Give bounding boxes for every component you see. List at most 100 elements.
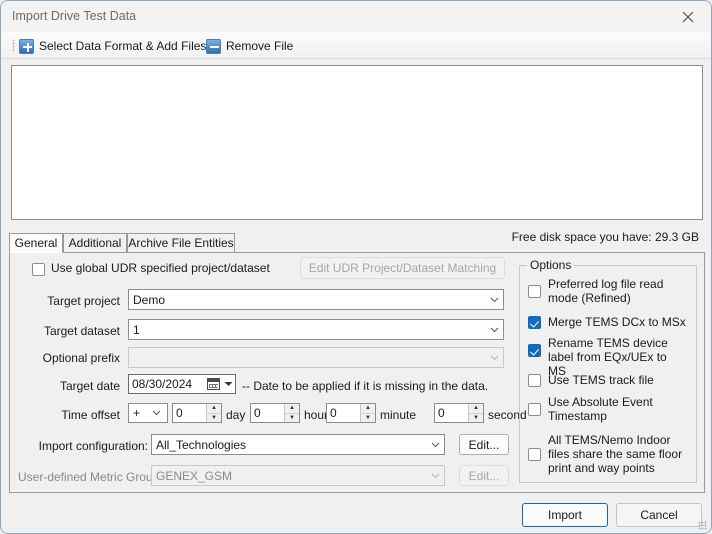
edit-user-defined-metric-group-button[interactable]: Edit... [459,465,509,486]
stepper-up-icon[interactable]: ▲ [469,404,483,414]
target-date-hint: -- Date to be applied if it is missing i… [242,379,489,393]
tab-general-label: General [14,236,58,250]
tab-general[interactable]: General [9,233,63,253]
checkbox-box [528,403,541,416]
stepper-up-icon[interactable]: ▲ [285,404,299,414]
cancel-button[interactable]: Cancel [616,503,702,527]
target-project-label: Target project [47,294,120,308]
stepper-down-icon[interactable]: ▼ [285,413,299,422]
option-preferred-log-file-read-mode[interactable]: Preferred log file read mode (Refined) [528,277,686,305]
edit-user-defined-metric-group-label: Edit... [468,468,500,483]
calendar-icon[interactable] [207,378,220,390]
option-label: Rename TEMS device label from EQx/UEx to… [548,336,668,378]
remove-file-label: Remove File [226,39,294,53]
stepper-arrows[interactable]: ▲ ▼ [468,404,483,422]
resize-grip[interactable] [698,521,707,530]
remove-file-button[interactable]: Remove File [206,37,293,55]
user-defined-metric-group-value: GENEX_GSM [156,468,233,483]
chevron-down-icon[interactable] [221,381,235,387]
target-date-value: 08/30/2024 [132,377,193,391]
user-defined-metric-group-combo[interactable]: GENEX_GSM [151,465,445,486]
tab-archive-file-entities[interactable]: Archive File Entities [127,233,235,253]
select-data-format-add-files-label: Select Data Format & Add Files... [39,39,217,53]
option-label: All TEMS/Nemo Indoor files share the sam… [548,433,683,475]
option-label: Merge TEMS DCx to MSx [548,315,686,329]
chevron-down-icon [426,435,444,454]
stepper-down-icon[interactable]: ▼ [469,413,483,422]
stepper-down-icon[interactable]: ▼ [361,413,375,422]
time-offset-label: Time offset [61,408,120,422]
option-label: Use Absolute Event Timestamp [548,395,653,423]
option-label: Preferred log file read mode (Refined) [548,277,664,305]
option-use-absolute-event-timestamp[interactable]: Use Absolute Event Timestamp [528,395,686,423]
time-offset-hour-stepper[interactable]: 0 ▲ ▼ [250,403,300,423]
chevron-down-icon [485,290,503,309]
stepper-arrows[interactable]: ▲ ▼ [360,404,375,422]
target-project-value: Demo [133,292,166,307]
chevron-down-icon [426,466,444,485]
option-use-tems-track-file[interactable]: Use TEMS track file [528,373,686,387]
option-merge-tems-dcx-to-msx[interactable]: Merge TEMS DCx to MSx [528,315,686,329]
toolbar-grip[interactable] [12,39,15,52]
chevron-down-icon [152,410,167,416]
chevron-down-icon [485,320,503,339]
window-title: Import Drive Test Data [12,9,137,23]
option-all-tems-nemo-indoor-shared-floorprint[interactable]: All TEMS/Nemo Indoor files share the sam… [528,433,686,475]
checkbox-box [528,448,541,461]
time-offset-minute-value: 0 [330,406,337,420]
target-date-input[interactable]: 08/30/2024 [128,374,236,394]
target-dataset-combo[interactable]: 1 [128,319,504,340]
time-offset-sign-combo[interactable]: + [128,403,168,423]
checkbox-box [32,263,45,276]
time-offset-minute-stepper[interactable]: 0 ▲ ▼ [326,403,376,423]
target-date-label: Target date [59,379,120,393]
options-groupbox-title: Options [527,258,575,272]
time-offset-hour-unit: hour [304,408,329,422]
checkbox-box [528,344,541,357]
general-tab-panel: Use global UDR specified project/dataset… [9,252,705,493]
import-dialog-window: Import Drive Test Data Select Data Forma… [0,0,712,534]
select-data-format-add-files-button[interactable]: Select Data Format & Add Files... [19,37,216,55]
remove-minus-icon [206,38,221,54]
edit-udr-matching-button[interactable]: Edit UDR Project/Dataset Matching [300,257,505,279]
time-offset-sign-value: + [133,406,141,420]
optional-prefix-label: Optional prefix [42,351,120,365]
edit-import-configuration-label: Edit... [468,437,500,452]
option-label: Use TEMS track file [548,373,654,387]
use-global-udr-checkbox[interactable]: Use global UDR specified project/dataset [32,262,270,276]
tab-strip: General Additional Archive File Entities [9,233,505,253]
target-project-combo[interactable]: Demo [128,289,504,310]
import-configuration-label: Import configuration: [38,439,148,453]
edit-import-configuration-button[interactable]: Edit... [459,434,509,455]
close-icon[interactable] [665,1,711,32]
time-offset-hour-value: 0 [254,406,261,420]
time-offset-day-stepper[interactable]: 0 ▲ ▼ [172,403,222,423]
import-button[interactable]: Import [522,503,608,527]
chevron-down-icon [485,348,503,367]
import-configuration-value: All_Technologies [156,437,247,452]
checkbox-box [528,285,541,298]
import-configuration-combo[interactable]: All_Technologies [151,434,445,455]
use-global-udr-label: Use global UDR specified project/dataset [51,261,270,275]
time-offset-day-value: 0 [176,406,183,420]
stepper-arrows[interactable]: ▲ ▼ [284,404,299,422]
cancel-button-label: Cancel [640,508,678,522]
free-disk-space-text: Free disk space you have: 29.3 GB [511,230,699,244]
stepper-up-icon[interactable]: ▲ [361,404,375,414]
stepper-up-icon[interactable]: ▲ [207,404,221,414]
stepper-arrows[interactable]: ▲ ▼ [206,404,221,422]
add-plus-icon [19,38,34,54]
target-dataset-value: 1 [133,322,140,337]
checkbox-box [528,374,541,387]
stepper-down-icon[interactable]: ▼ [207,413,221,422]
user-defined-metric-group-label: User-defined Metric Group: [18,470,163,484]
tab-archive-file-entities-label: Archive File Entities [128,236,234,250]
time-offset-second-stepper[interactable]: 0 ▲ ▼ [434,403,484,423]
target-dataset-label: Target dataset [43,324,120,338]
option-rename-tems-device-label[interactable]: Rename TEMS device label from EQx/UEx to… [528,336,686,378]
optional-prefix-combo[interactable] [128,347,504,368]
title-bar: Import Drive Test Data [1,1,711,32]
tab-additional[interactable]: Additional [63,233,127,253]
file-list[interactable] [11,65,703,220]
time-offset-day-unit: day [226,408,246,422]
